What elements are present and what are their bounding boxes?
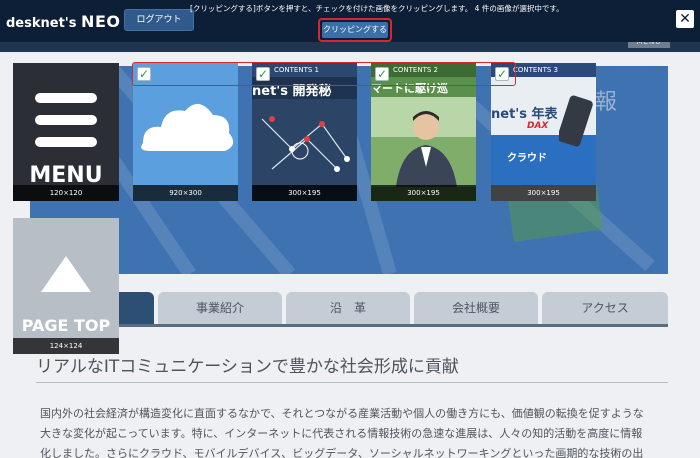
cloud-word: クラウド	[507, 153, 547, 164]
businessman-photo-icon	[371, 97, 476, 187]
checkbox-checked-icon[interactable]: ✓	[495, 67, 509, 81]
page-heading: リアルなITコミュニケーションで豊かな社会形成に貢献	[36, 357, 459, 377]
thumbnail-caption: マートに駆け巡	[371, 82, 448, 95]
image-thumbnail-contents-3[interactable]: CONTENTS 3 net's 年表 DAX クラウド ✓ 300×195	[491, 63, 596, 201]
tab-access[interactable]: アクセス	[542, 292, 668, 326]
checkbox-checked-icon[interactable]: ✓	[137, 67, 151, 81]
logo-text: desknet's	[6, 16, 77, 31]
image-size-label: 300×195	[371, 185, 476, 201]
image-size-label: 120×120	[13, 185, 119, 201]
image-thumbnail-contents-1[interactable]: CONTENTS 1 net's 開発秘 ✓ 300×195	[252, 63, 357, 201]
body-line: 大きな変化が起こっています。特に、インターネットに代表される情報技術の急速な進展…	[40, 427, 643, 440]
thumbnail-caption: net's 開発秘	[252, 84, 332, 99]
image-thumbnail-contents-2[interactable]: CONTENTS 2 マートに駆け巡 ✓ 300×195	[371, 63, 476, 201]
heading-divider	[36, 382, 668, 383]
clip-button-label: クリッピングする	[322, 22, 388, 38]
body-line: 化しました。さらにクラウド、モバイルデバイス、ビッグデータ、ソーシャルネットワー…	[40, 447, 644, 458]
image-thumbnail-page-top[interactable]: PAGE TOP 124×124	[13, 218, 119, 354]
tab-history[interactable]: 沿 革	[286, 292, 410, 326]
close-icon[interactable]: ✕	[676, 10, 694, 28]
dax-logo: DAX	[527, 121, 549, 131]
logout-button[interactable]: ログアウト	[124, 9, 194, 31]
tab-company-profile[interactable]: 会社概要	[414, 292, 538, 326]
image-size-label: 920×300	[133, 185, 238, 201]
cloud-icon	[141, 103, 234, 151]
checkbox-checked-icon[interactable]: ✓	[375, 67, 389, 81]
tabs-underline	[30, 324, 668, 327]
clip-button[interactable]: クリッピングする	[318, 18, 392, 42]
image-size-label: 300×195	[491, 185, 596, 201]
body-line: 国内外の社会経済が構造変化に直面するなかで、それとつながる産業活動や個人の働き方…	[40, 407, 644, 420]
tactics-board-icon	[252, 99, 357, 185]
clipping-toolbar: desknet's NEO ログアウト [クリッピングする]ボタンを押すと、チェ…	[0, 0, 700, 42]
image-size-label: 124×124	[13, 338, 119, 354]
page-body-text: 国内外の社会経済が構造変化に直面するなかで、それとつながる産業活動や個人の働き方…	[40, 404, 670, 458]
image-size-label: 300×195	[252, 185, 357, 201]
clipping-instruction: [クリッピングする]ボタンを押すと、チェックを付けた画像をクリッピングします。 …	[190, 4, 564, 13]
page-top-caption: PAGE TOP	[21, 316, 111, 335]
desknets-neo-logo: desknet's NEO	[6, 12, 120, 31]
image-thumbnail-menu[interactable]: MENU 120×120	[13, 63, 119, 201]
tab-business[interactable]: 事業紹介	[158, 292, 282, 326]
logo-neo: NEO	[81, 12, 121, 31]
image-thumbnail-cloud[interactable]: ✓ 920×300	[133, 63, 238, 201]
smartphone-icon	[559, 95, 593, 147]
page-tabs: 企業理念 事業紹介 沿 革 会社概要 アクセス	[30, 292, 668, 326]
checkbox-checked-icon[interactable]: ✓	[256, 67, 270, 81]
